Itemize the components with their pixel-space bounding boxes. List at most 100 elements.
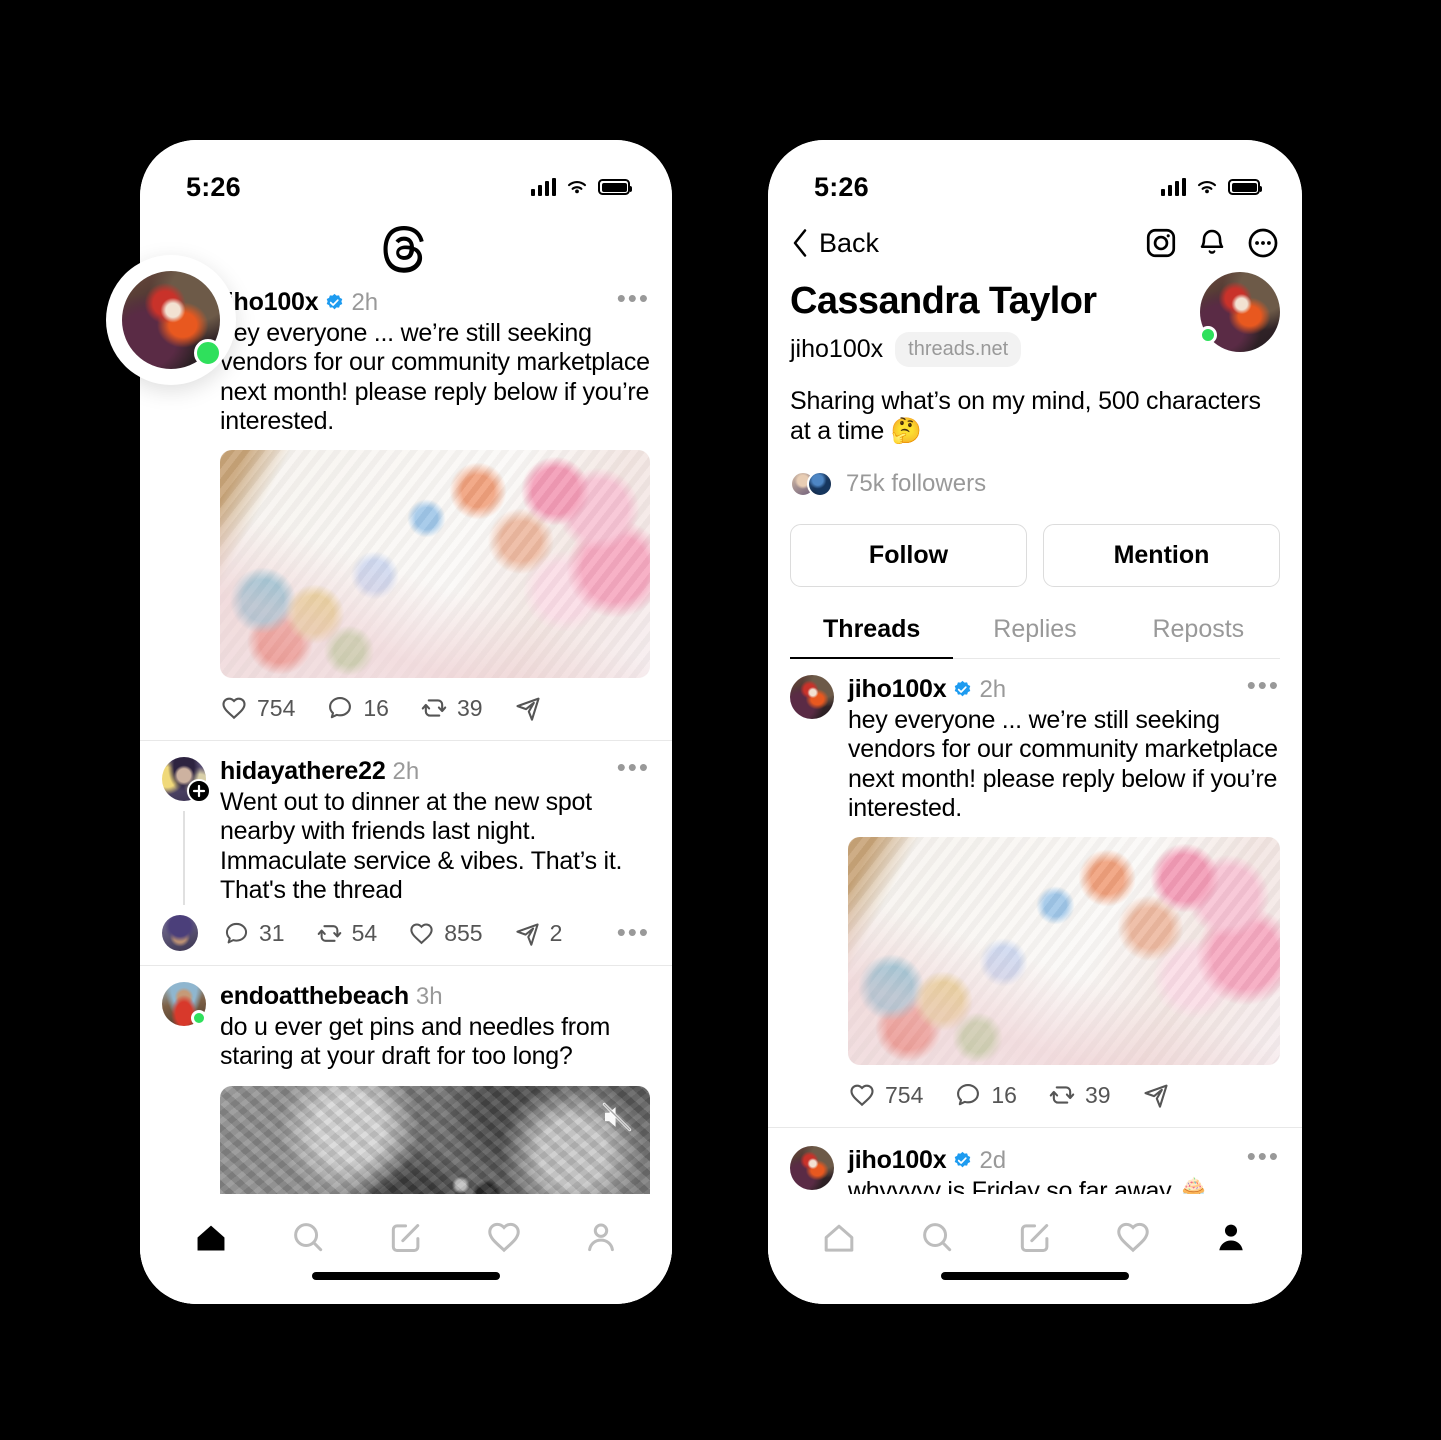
- post-timestamp: 3h: [415, 982, 443, 1010]
- post-more-icon[interactable]: •••: [617, 285, 650, 315]
- avatar[interactable]: [162, 982, 207, 1026]
- repost-action[interactable]: 39: [420, 694, 483, 722]
- screenshot-stage: 5:26 jiho100x 2h ••• hey everyone ... we…: [0, 0, 1441, 1440]
- post-header: jiho100x 2h •••: [220, 285, 650, 317]
- post-more-icon[interactable]: •••: [617, 754, 650, 784]
- tab-items: [768, 1194, 1302, 1267]
- post-header: jiho100x 2h •••: [848, 672, 1280, 704]
- wifi-icon: [567, 181, 587, 194]
- repost-action[interactable]: 54: [316, 919, 378, 947]
- verified-badge-icon: [327, 293, 343, 310]
- post-photo-stickers[interactable]: [848, 837, 1280, 1065]
- profile-avatar[interactable]: [1199, 272, 1280, 352]
- post-username[interactable]: jiho100x: [848, 675, 947, 704]
- share-action[interactable]: 2: [514, 920, 562, 947]
- post-body: jiho100x 2h ••• hey everyone ... we’re s…: [220, 285, 650, 740]
- post-header: hidayathere22 2h •••: [220, 754, 650, 786]
- muted-icon[interactable]: [600, 1100, 634, 1134]
- post-row: jiho100x 2h ••• hey everyone ... we’re s…: [162, 285, 650, 740]
- share-icon: [516, 697, 540, 721]
- tab-search[interactable]: [277, 1212, 339, 1267]
- profile-nav-bar: Back: [768, 216, 1302, 266]
- nav-icons: [1144, 226, 1280, 260]
- repost-count: 54: [351, 919, 378, 946]
- profile-header: Cassandra Taylor jiho100x threads.net Sh…: [768, 266, 1302, 659]
- tab-profile[interactable]: [1200, 1212, 1262, 1267]
- share-action[interactable]: [514, 694, 542, 722]
- post-rail: [790, 675, 834, 1127]
- home-indicator: [312, 1272, 500, 1280]
- share-icon: [1144, 1084, 1168, 1108]
- post-more-icon[interactable]: •••: [1247, 1143, 1280, 1173]
- post-username[interactable]: endoatthebeach: [220, 982, 409, 1011]
- tab-profile[interactable]: [570, 1212, 632, 1267]
- post-actions: 754 16 39: [848, 1065, 1280, 1127]
- back-button[interactable]: Back: [790, 228, 879, 259]
- tab-replies[interactable]: Replies: [953, 615, 1116, 658]
- follow-plus-icon[interactable]: [187, 779, 211, 803]
- feed-post-hidayathere22[interactable]: hidayathere22 2h ••• Went out to dinner …: [140, 741, 672, 965]
- tab-home[interactable]: [808, 1212, 870, 1267]
- followers-row[interactable]: 75k followers: [790, 470, 1280, 498]
- post-row: jiho100x 2h ••• hey everyone ... we’re s…: [790, 672, 1280, 1127]
- signal-bars-icon: [1160, 178, 1186, 196]
- profile-action-buttons: Follow Mention: [790, 524, 1280, 587]
- instagram-icon[interactable]: [1144, 226, 1178, 260]
- reply-action[interactable]: 16: [954, 1081, 1017, 1109]
- like-action[interactable]: 754: [848, 1081, 923, 1109]
- tab-search[interactable]: [906, 1212, 968, 1267]
- tab-compose[interactable]: [1004, 1212, 1066, 1267]
- heart-icon: [487, 1222, 520, 1253]
- bell-icon[interactable]: [1196, 227, 1228, 259]
- post-more-icon[interactable]: •••: [617, 920, 650, 945]
- profile-handle: jiho100x: [790, 335, 884, 363]
- follower-avatars: [790, 471, 833, 497]
- status-icons: [530, 178, 632, 196]
- post-username[interactable]: hidayathere22: [220, 757, 386, 786]
- profile-post-1[interactable]: jiho100x 2h ••• hey everyone ... we’re s…: [768, 659, 1302, 1127]
- post-text: do u ever get pins and needles from star…: [220, 1013, 611, 1071]
- home-icon: [824, 1224, 854, 1252]
- reply-action[interactable]: 16: [326, 694, 389, 722]
- search-icon: [294, 1223, 323, 1252]
- avatar[interactable]: [790, 1146, 834, 1190]
- thread-connector-line: [183, 811, 185, 905]
- avatar[interactable]: [122, 271, 222, 369]
- avatar[interactable]: [790, 675, 834, 719]
- reply-count: 16: [363, 694, 389, 721]
- heart-icon: [1117, 1222, 1149, 1253]
- follow-button[interactable]: Follow: [790, 524, 1027, 587]
- tab-reposts[interactable]: Reposts: [1117, 615, 1280, 658]
- post-body: jiho100x 2h ••• hey everyone ... we’re s…: [848, 672, 1280, 1127]
- tab-compose[interactable]: [375, 1212, 437, 1267]
- more-circle-icon[interactable]: [1246, 226, 1280, 260]
- tab-threads[interactable]: Threads: [790, 615, 954, 659]
- repost-icon: [1049, 1086, 1075, 1104]
- post-actions: 31 54 855 2 •••: [162, 905, 650, 965]
- handle-row: jiho100x threads.net: [790, 332, 1200, 367]
- like-action[interactable]: 855: [408, 920, 483, 947]
- wifi-icon: [1197, 181, 1217, 194]
- repost-count: 39: [456, 694, 483, 721]
- tab-activity[interactable]: [1102, 1212, 1164, 1267]
- share-action[interactable]: [1142, 1081, 1170, 1109]
- enlarged-avatar-overlay[interactable]: [106, 255, 236, 385]
- reply-avatar[interactable]: [162, 915, 198, 951]
- online-status-dot: [191, 1010, 207, 1026]
- repost-action[interactable]: 39: [1048, 1081, 1111, 1109]
- tab-home[interactable]: [180, 1212, 242, 1267]
- like-action[interactable]: 754: [220, 694, 295, 722]
- post-more-icon[interactable]: •••: [1247, 672, 1280, 702]
- mention-button[interactable]: Mention: [1043, 524, 1280, 587]
- post-photo-stickers[interactable]: [220, 450, 650, 678]
- left-tab-bar: [140, 1194, 672, 1304]
- tab-activity[interactable]: [473, 1212, 535, 1267]
- post-username[interactable]: jiho100x: [848, 1146, 947, 1175]
- domain-pill[interactable]: threads.net: [895, 332, 1022, 367]
- reply-action[interactable]: 31: [223, 920, 285, 947]
- person-icon: [1219, 1224, 1243, 1251]
- left-status-bar: 5:26: [140, 140, 672, 216]
- avatar[interactable]: [162, 757, 211, 803]
- chevron-left-icon: [793, 229, 807, 257]
- heart-icon: [850, 1084, 874, 1107]
